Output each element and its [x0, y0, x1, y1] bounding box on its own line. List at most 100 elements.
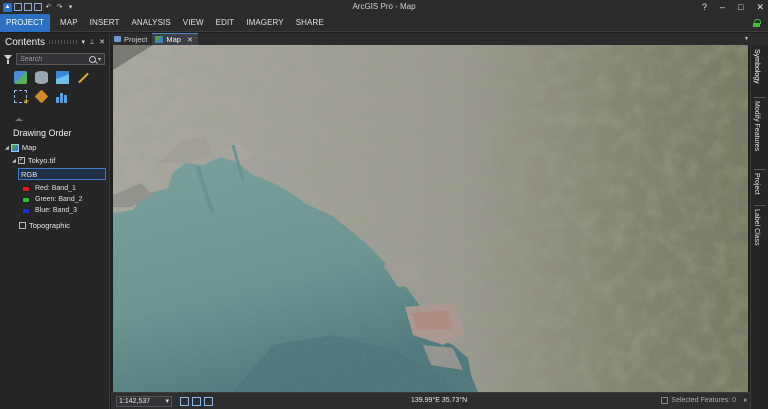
minimize-button[interactable]: – [720, 2, 725, 12]
side-tab-project[interactable]: Project [753, 173, 760, 195]
arcgis-logo-icon: ▲ [3, 2, 12, 12]
save-project-icon[interactable] [34, 3, 42, 11]
band-green-label: Green: [35, 196, 57, 203]
pause-drawing-icon[interactable]: ⏸ [744, 397, 748, 405]
pane-close-icon[interactable]: ✕ [99, 38, 105, 46]
tab-map[interactable]: MAP [54, 14, 84, 32]
side-panel-tabs: Symbology Modify Features Project Label … [750, 45, 768, 409]
tab-doc-project[interactable]: Project [111, 33, 152, 45]
contents-search-input[interactable] [20, 55, 89, 63]
band-blue-value: Band_3 [52, 207, 78, 214]
redo-icon[interactable]: ↷ [55, 3, 64, 12]
tabs-overflow-icon[interactable]: ▾ [745, 35, 748, 42]
band-red-row: Red: Band_1 [22, 183, 76, 194]
snapping-icon[interactable] [204, 396, 213, 406]
open-project-icon[interactable] [24, 3, 32, 11]
new-project-icon[interactable] [14, 3, 22, 11]
scale-dropdown-icon[interactable]: ▾ [165, 397, 169, 405]
band-red-label: Red: [35, 185, 50, 192]
undo-icon[interactable]: ↶ [44, 3, 53, 12]
pane-options-icon[interactable]: ▾ [82, 38, 86, 46]
tab-analysis[interactable]: ANALYSIS [125, 14, 176, 32]
selection-icon [661, 397, 669, 404]
tab-edit[interactable]: EDIT [210, 14, 241, 32]
renderer-field[interactable] [18, 168, 106, 180]
maximize-button[interactable]: □ [738, 2, 743, 12]
map-tab-icon [155, 36, 164, 43]
contents-pane: Contents ▾ ⊥ ✕ ▾ Drawing Order ◢ Map [0, 33, 110, 409]
doc-tab-map-label: Map [166, 35, 181, 44]
blue-swatch[interactable] [22, 207, 30, 214]
list-by-selection-icon[interactable] [56, 71, 69, 84]
renderer-input[interactable] [19, 169, 105, 179]
customize-toolbar-icon[interactable]: ▾ [66, 3, 75, 12]
status-tools [180, 396, 213, 406]
tab-doc-map[interactable]: Map ✕ [152, 33, 198, 45]
layer-label: Tokyo.tif [27, 156, 56, 165]
band-green-value: Band_2 [58, 196, 83, 203]
map-scale-value: 1:142,537 [119, 397, 151, 405]
band-blue-row: Blue: Band_3 [22, 205, 77, 216]
layer-visibility-checkbox[interactable]: ✓ [17, 157, 25, 164]
tree-layer-node[interactable]: ◢ ✓ Tokyo.tif [0, 154, 110, 167]
map-view[interactable] [113, 45, 748, 392]
tab-project[interactable]: PROJECT [0, 13, 50, 32]
grid-icon[interactable] [192, 396, 201, 406]
side-tab-separator [754, 169, 766, 170]
window-title: ArcGIS Pro - Map [352, 2, 416, 11]
list-by-charts-icon[interactable] [56, 90, 69, 103]
navigator-icon[interactable] [180, 396, 189, 406]
layer-tree: ◢ Map ◢ ✓ Tokyo.tif Red: Band_1 Green: B… [0, 141, 110, 230]
side-tab-label-class[interactable]: Label Class [753, 209, 760, 246]
close-tab-icon[interactable]: ✕ [187, 36, 193, 44]
basemap-visibility-checkbox[interactable] [19, 222, 26, 229]
list-by-snapping-icon[interactable] [14, 90, 29, 106]
green-swatch[interactable] [22, 196, 30, 203]
ribbon-tabs: PROJECT MAP INSERT ANALYSIS VIEW EDIT IM… [0, 13, 768, 32]
pin-icon[interactable]: ⊥ [89, 38, 95, 46]
selected-features-label: Selected Features: 0 [671, 397, 736, 404]
coordinate-readout: 139.99°E 35.73°N [411, 397, 468, 404]
side-tab-separator [754, 97, 766, 98]
list-by-drawing-order-icon[interactable] [14, 71, 27, 84]
contents-view-tools [0, 67, 109, 106]
close-button[interactable]: ✕ [756, 2, 764, 13]
list-by-data-source-icon[interactable] [35, 71, 48, 84]
band-red-value: Band_1 [51, 185, 76, 192]
collapse-map-icon[interactable]: ◢ [5, 145, 9, 151]
search-icon[interactable] [88, 55, 96, 63]
status-bar: 1:142,537 ▾ 139.99°E 35.73°N Selected Fe… [111, 392, 750, 409]
tree-basemap-node[interactable]: Topographic [19, 219, 70, 232]
side-tab-modify-features[interactable]: Modify Features [753, 101, 760, 151]
basemap-label: Topographic [29, 221, 70, 230]
tab-insert[interactable]: INSERT [84, 14, 126, 32]
window-controls: ? – □ ✕ [702, 0, 764, 14]
map-scale-selector[interactable]: 1:142,537 ▾ [116, 395, 172, 407]
list-by-editing-icon[interactable] [78, 72, 89, 84]
project-icon [114, 36, 121, 42]
contents-search-box[interactable]: ▾ [16, 53, 105, 65]
tab-view[interactable]: VIEW [177, 14, 210, 32]
lock-icon[interactable] [753, 19, 761, 27]
title-bar: ▲ ↶ ↷ ▾ ArcGIS Pro - Map ? – □ ✕ [0, 0, 768, 14]
tab-share[interactable]: SHARE [290, 14, 330, 32]
contents-title: Contents [5, 36, 46, 48]
search-dropdown-icon[interactable]: ▾ [98, 56, 101, 63]
tab-imagery[interactable]: IMAGERY [240, 14, 289, 32]
map-icon [10, 143, 19, 152]
map-label: Map [21, 143, 37, 152]
tree-map-node[interactable]: ◢ Map [0, 141, 110, 154]
collapse-layer-icon[interactable]: ◢ [12, 158, 16, 164]
satellite-imagery [113, 45, 748, 392]
red-swatch[interactable] [22, 185, 30, 192]
contents-header: Contents ▾ ⊥ ✕ [0, 33, 109, 51]
quick-access-toolbar: ▲ ↶ ↷ ▾ [0, 0, 75, 14]
pane-grip-handle[interactable] [49, 40, 78, 44]
doc-tab-project-label: Project [124, 34, 148, 44]
list-by-labeling-icon[interactable] [34, 89, 49, 104]
side-tab-symbology[interactable]: Symbology [753, 49, 760, 84]
document-tabs: Project Map ✕ ▾ [111, 33, 768, 45]
filter-icon[interactable] [4, 54, 12, 64]
help-button[interactable]: ? [702, 2, 707, 12]
selected-features[interactable]: Selected Features: 0 [661, 397, 736, 404]
